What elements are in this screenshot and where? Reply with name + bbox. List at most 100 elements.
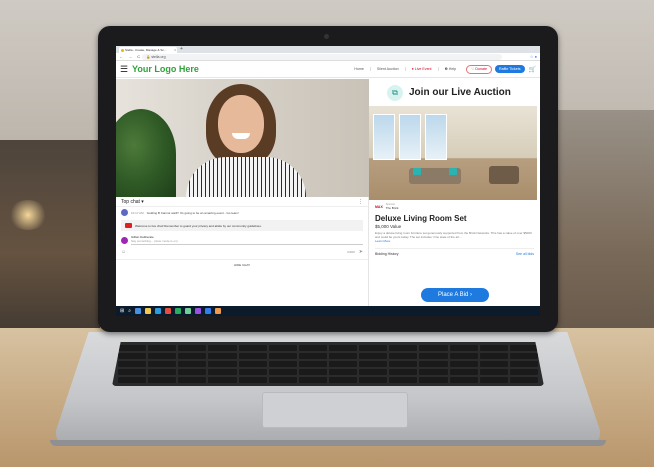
item-info: MAX Sponsor The Brick Deluxe Living Room… — [369, 200, 540, 259]
item-title: Deluxe Living Room Set — [375, 214, 467, 223]
keyboard-key — [298, 377, 327, 383]
top-chat-dropdown[interactable]: Top chat ▾ — [121, 199, 144, 205]
windows-taskbar: ⊞ ⌕ — [116, 306, 540, 316]
keyboard-key — [238, 369, 267, 375]
chat-message: 10:17 AM Golding B Cannot wait!!! It's g… — [116, 207, 368, 218]
keyboard-key — [449, 353, 478, 359]
keyboard-key — [178, 361, 207, 367]
keyboard-key — [298, 345, 327, 351]
keyboard-key — [328, 369, 358, 375]
start-icon[interactable]: ⊞ — [120, 308, 124, 314]
photo-window — [399, 114, 421, 160]
keyboard-key — [389, 353, 418, 359]
bidding-history-label: Bidding History — [375, 252, 399, 256]
background-shelf — [0, 140, 100, 330]
keyboard-key — [268, 353, 297, 359]
taskbar-app-icon[interactable] — [205, 308, 212, 314]
taskbar-app-icon[interactable] — [165, 308, 172, 314]
keyboard-key — [118, 345, 147, 351]
live-video-player[interactable] — [116, 79, 369, 197]
photo-window — [373, 114, 395, 160]
send-icon[interactable]: ➤ — [359, 249, 363, 255]
taskbar-app-icon[interactable] — [215, 308, 222, 314]
site-logo[interactable]: Your Logo Here — [132, 64, 348, 74]
keyboard-key — [509, 377, 538, 383]
keyboard-key — [479, 369, 508, 375]
keyboard-key — [509, 369, 538, 375]
nav-help[interactable]: ❷ Help — [437, 67, 463, 71]
learn-more-link[interactable]: Learn More — [375, 239, 534, 243]
video-presenter-face — [218, 95, 264, 153]
chat-welcome-notice: Welcome to live chat! Remember to guard … — [121, 220, 363, 231]
keyboard-key — [178, 353, 207, 359]
chat-input[interactable]: Say something... (slow mode is on) — [131, 239, 363, 245]
message-timestamp: 10:17 AM — [131, 210, 144, 215]
sponsor-name: The Brick — [385, 206, 399, 210]
keyboard-key — [359, 369, 388, 375]
laptop-trackpad — [262, 392, 408, 428]
keyboard-key — [238, 377, 267, 383]
photo-window — [425, 114, 447, 160]
keyboard-key — [178, 369, 207, 375]
taskbar-app-icon[interactable] — [145, 308, 152, 314]
item-photo[interactable] — [369, 106, 537, 200]
site-header: ☰ Your Logo Here Home Silent Auction ● L… — [116, 61, 540, 78]
emoji-icon[interactable]: ☺ — [121, 249, 126, 255]
live-event-main: Top chat ▾ ⋮ 10:17 AM Golding B Cannot w… — [116, 79, 540, 306]
bidding-history: Bidding History See all bids — [375, 248, 534, 256]
chat-more-icon[interactable]: ⋮ — [358, 199, 363, 205]
nav-live-event[interactable]: ● Live Event — [404, 67, 438, 71]
keyboard-key — [419, 345, 448, 351]
keyboard-key — [449, 361, 478, 367]
keyboard-key — [419, 353, 448, 359]
keyboard-key — [328, 345, 358, 351]
keyboard-key — [118, 353, 147, 359]
hamburger-menu-icon[interactable]: ☰ — [120, 64, 132, 75]
item-value: $5,000 Value — [375, 224, 402, 229]
keyboard-key — [509, 353, 538, 359]
keyboard-key — [178, 377, 207, 383]
keyboard-key — [419, 377, 448, 383]
taskbar-app-icon[interactable] — [135, 308, 142, 314]
keyboard-key — [118, 361, 147, 367]
taskbar-app-icon[interactable] — [155, 308, 162, 314]
message-text: Golding B Cannot wait!!! It's going to b… — [146, 210, 239, 215]
place-bid-button[interactable]: Place A Bid › — [421, 288, 489, 302]
keyboard-key — [359, 345, 388, 351]
see-all-bids-link[interactable]: See all bids — [516, 252, 534, 256]
keyboard-key — [238, 361, 267, 367]
browser-nav-icons[interactable]: ← → C — [119, 54, 142, 59]
browser-extension-icons[interactable]: ☆ ● — [530, 54, 537, 59]
hide-chat-button[interactable]: HIDE CHAT — [116, 259, 368, 267]
background-wall — [544, 110, 654, 340]
taskbar-app-icon[interactable] — [195, 308, 202, 314]
keyboard-key — [509, 361, 538, 367]
search-icon[interactable]: ⌕ — [128, 308, 131, 314]
chat-actions: ☺ 0/200 ➤ — [116, 247, 368, 257]
cart-icon[interactable]: 🛒 — [529, 66, 536, 73]
keyboard-key — [298, 369, 327, 375]
keyboard-key — [268, 361, 297, 367]
keyboard-key — [479, 377, 508, 383]
nav-silent-auction[interactable]: Silent Auction — [369, 67, 405, 71]
taskbar-app-icon[interactable] — [185, 308, 192, 314]
raffle-tickets-button[interactable]: Raffle Tickets — [495, 65, 525, 73]
webcam — [324, 34, 329, 39]
keyboard-key — [479, 353, 508, 359]
url-input[interactable]: 🔒 stella.org — [142, 54, 502, 60]
stream-panel: Top chat ▾ ⋮ 10:17 AM Golding B Cannot w… — [116, 79, 369, 306]
keyboard-key — [298, 353, 327, 359]
browser-address-bar: ← → C 🔒 stella.org ☆ ● — [116, 53, 540, 61]
keyboard-key — [268, 369, 297, 375]
new-tab-icon[interactable]: + — [180, 46, 183, 53]
keyboard-key — [148, 361, 177, 367]
notice-text: Welcome to live chat! Remember to guard … — [135, 223, 262, 228]
nav-home[interactable]: Home — [348, 67, 370, 71]
keyboard-key — [118, 377, 147, 383]
donate-button[interactable]: ♡ Donate — [466, 64, 492, 74]
cast-icon: ⧉ — [387, 84, 403, 101]
keyboard-key — [419, 361, 448, 367]
taskbar-app-icon[interactable] — [175, 308, 182, 314]
keyboard-key — [148, 369, 177, 375]
keyboard-key — [389, 345, 418, 351]
